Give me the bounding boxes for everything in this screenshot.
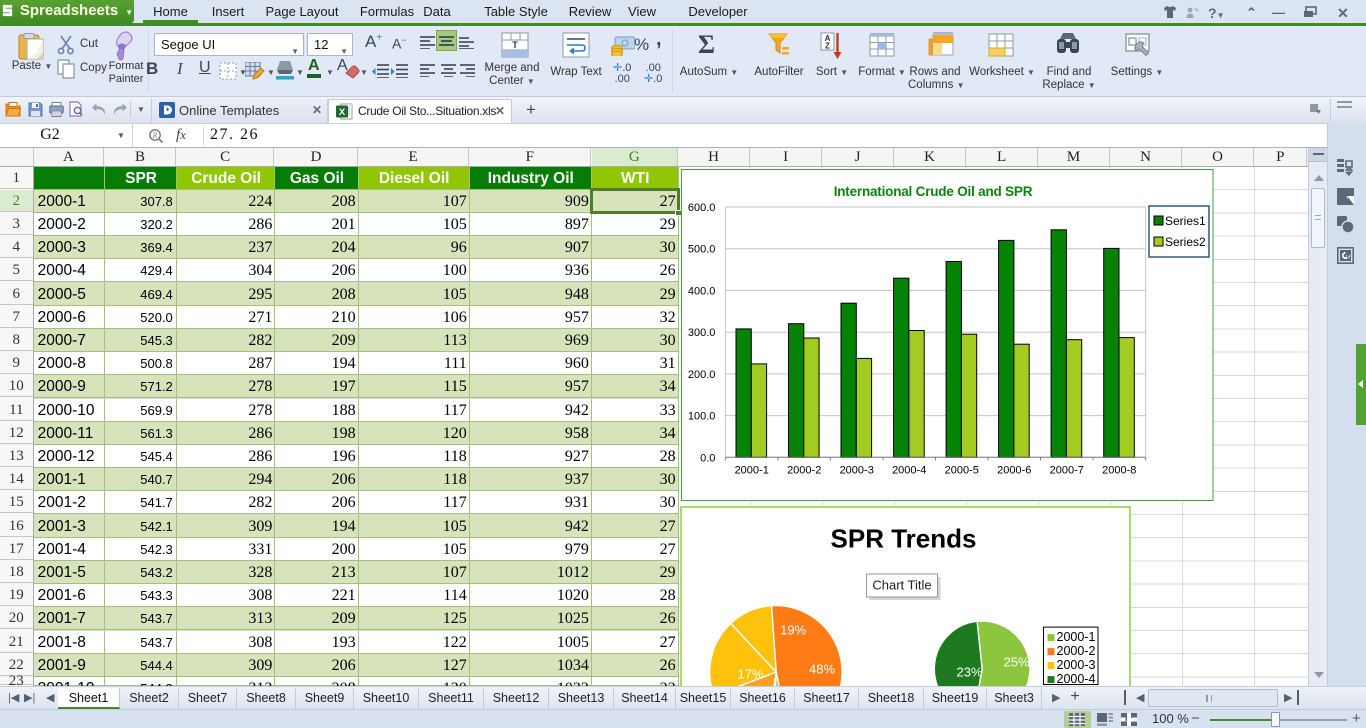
svg-text:2000-8: 2000-8 bbox=[1102, 464, 1136, 476]
svg-text:2000-1: 2000-1 bbox=[1056, 630, 1095, 644]
svg-text:2000-2: 2000-2 bbox=[787, 464, 821, 476]
svg-text:600.0: 600.0 bbox=[688, 202, 716, 214]
svg-text:2000-5: 2000-5 bbox=[945, 464, 979, 476]
svg-text:400.0: 400.0 bbox=[688, 285, 716, 297]
svg-text:2000-4: 2000-4 bbox=[892, 464, 926, 476]
svg-text:Z: Z bbox=[825, 41, 830, 50]
svg-text:Chart Title: Chart Title bbox=[872, 577, 931, 592]
svg-text:Series2: Series2 bbox=[1165, 235, 1206, 249]
svg-text:International Crude Oil and SP: International Crude Oil and SPR bbox=[834, 184, 1033, 199]
svg-text:2000-1: 2000-1 bbox=[735, 464, 769, 476]
svg-text:SPR Trends: SPR Trends bbox=[830, 523, 976, 553]
svg-text:2000-6: 2000-6 bbox=[997, 464, 1031, 476]
svg-text:2000-2: 2000-2 bbox=[1056, 644, 1095, 658]
svg-text:2000-3: 2000-3 bbox=[1056, 658, 1095, 672]
svg-text:T: T bbox=[512, 40, 518, 50]
svg-text:0.0: 0.0 bbox=[700, 452, 715, 464]
svg-text:200.0: 200.0 bbox=[688, 369, 716, 381]
svg-text:17%: 17% bbox=[737, 666, 763, 681]
svg-text:2000-7: 2000-7 bbox=[1050, 464, 1084, 476]
svg-text:25%: 25% bbox=[1003, 654, 1029, 669]
svg-text:19%: 19% bbox=[780, 622, 806, 637]
svg-text:300.0: 300.0 bbox=[688, 327, 716, 339]
svg-text:48%: 48% bbox=[809, 661, 835, 676]
svg-text:23%: 23% bbox=[956, 664, 982, 679]
svg-text:2000-4: 2000-4 bbox=[1056, 672, 1095, 686]
svg-text:Series1: Series1 bbox=[1165, 214, 1206, 228]
svg-text:R: R bbox=[152, 131, 158, 140]
svg-text:2000-3: 2000-3 bbox=[840, 464, 874, 476]
svg-text:100.0: 100.0 bbox=[688, 411, 716, 423]
svg-text:X: X bbox=[339, 107, 346, 118]
svg-text:500.0: 500.0 bbox=[688, 244, 716, 256]
